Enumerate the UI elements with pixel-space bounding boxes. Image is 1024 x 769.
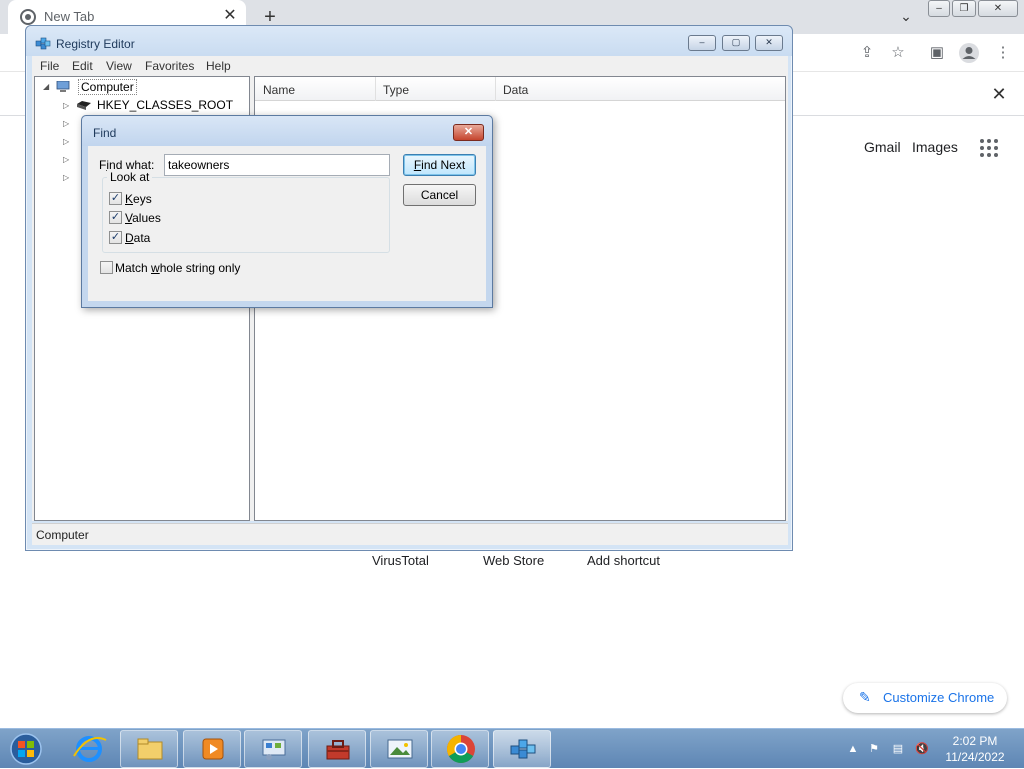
keys-label[interactable]: Keys [125,192,152,206]
volume-muted-icon[interactable]: 🔇 [914,741,930,757]
data-label[interactable]: Data [125,231,150,245]
google-apps-icon[interactable] [980,139,1000,159]
taskbar-control-panel-button[interactable] [244,730,302,768]
taskbar-photo-viewer-button[interactable] [370,730,428,768]
regedit-minimize-button[interactable]: – [688,35,716,51]
tab-close-icon[interactable]: ✕ [220,6,240,26]
tree-label-hkey-classes-root: HKEY_CLASSES_ROOT [97,98,234,112]
expand-arrow-icon[interactable]: ▷ [63,155,73,165]
expand-arrow-icon[interactable]: ▷ [63,101,73,111]
action-center-flag-icon[interactable]: ⚑ [866,741,882,757]
column-divider[interactable] [495,77,496,101]
expand-arrow-icon[interactable]: ▷ [63,137,73,147]
regedit-maximize-button[interactable]: ▢ [722,35,750,51]
column-name[interactable]: Name [263,83,295,97]
start-orb-icon[interactable] [6,732,46,766]
data-checkbox[interactable]: ✓ [109,231,122,244]
kebab-menu-icon[interactable]: ⋮ [992,42,1014,64]
find-what-input[interactable] [164,154,390,176]
expand-arrow-icon[interactable]: ▷ [63,119,73,129]
menu-favorites[interactable]: Favorites [145,59,194,73]
close-button[interactable]: ✕ [978,0,1018,17]
taskbar-explorer-button[interactable] [120,730,178,768]
control-panel-icon [262,739,286,760]
column-divider[interactable] [375,77,376,101]
network-icon[interactable]: ▤ [890,741,906,757]
match-whole-string-label[interactable]: Match whole string only [115,261,240,275]
find-dialog: Find ✕ Find what: Find Next Cancel Look … [81,115,493,308]
profile-avatar-icon[interactable] [958,42,980,64]
folder-icon [137,738,163,760]
regedit-close-button[interactable]: ✕ [755,35,783,51]
taskbar-toolbox-button[interactable] [308,730,366,768]
clock-date: 11/24/2022 [945,750,1005,764]
side-panel-icon[interactable]: ▣ [926,42,948,64]
pencil-icon: ✎ [859,689,871,705]
tree-node-hkey-classes-root[interactable]: ▷ HKEY_CLASSES_ROOT [35,97,249,115]
taskbar-media-player-button[interactable] [183,730,241,768]
chevron-down-icon[interactable]: ⌄ [896,6,916,26]
keys-checkbox[interactable]: ✓ [109,192,122,205]
tree-node-computer[interactable]: ◢ Computer [35,78,249,96]
clock-time: 2:02 PM [952,734,998,748]
regedit-app-icon [35,37,51,50]
gmail-link[interactable]: Gmail [864,139,901,155]
column-data[interactable]: Data [503,83,528,97]
shortcut-web-store[interactable]: Web Store [483,553,544,568]
photo-viewer-icon [387,739,413,759]
cancel-button[interactable]: Cancel [403,184,476,206]
regedit-titlebar[interactable]: Registry Editor – ▢ ✕ [26,26,792,56]
find-close-button[interactable]: ✕ [453,124,484,141]
share-icon[interactable]: ⇪ [856,42,878,64]
minimize-button[interactable]: – [928,0,950,17]
show-hidden-icons-arrow[interactable]: ▲ [845,741,861,757]
images-link[interactable]: Images [912,139,958,155]
look-at-label: Look at [107,170,153,184]
restore-button[interactable]: ❐ [952,0,976,17]
windows-taskbar: ▲ ⚑ ▤ 🔇 2:02 PM 11/24/2022 [0,728,1024,768]
menu-edit[interactable]: Edit [72,59,93,73]
find-dialog-body: Find what: Find Next Cancel Look at ✓ Ke… [88,146,486,301]
values-checkbox[interactable]: ✓ [109,211,122,224]
menu-help[interactable]: Help [206,59,231,73]
add-shortcut[interactable]: Add shortcut [587,553,660,568]
look-at-group: Look at ✓ Keys ✓ Values ✓ Data [102,170,390,253]
infobar-close-icon[interactable]: ✕ [988,83,1010,105]
chrome-logo-icon [20,9,36,25]
status-path: Computer [36,528,89,542]
system-clock[interactable]: 2:02 PM 11/24/2022 [940,733,1010,765]
tree-label-computer: Computer [78,79,137,95]
media-player-icon [202,738,224,760]
regedit-menubar: File Edit View Favorites Help [32,56,788,76]
customize-chrome-label: Customize Chrome [883,690,995,705]
chrome-icon [447,735,475,763]
taskbar-chrome-button[interactable] [431,730,489,768]
bookmark-star-icon[interactable]: ☆ [887,42,909,64]
collapse-arrow-icon[interactable]: ◢ [43,82,53,92]
toolbox-icon [326,740,350,760]
list-header: Name Type Data [255,77,785,101]
status-bar: Computer [32,523,788,545]
find-next-button[interactable]: Find Next [403,154,476,176]
values-label[interactable]: Values [125,211,161,225]
menu-file[interactable]: File [40,59,59,73]
menu-view[interactable]: View [106,59,132,73]
find-dialog-title: Find [93,126,117,140]
find-titlebar[interactable]: Find ✕ [82,116,492,146]
tab-title: New Tab [44,9,95,24]
shortcut-virustotal[interactable]: VirusTotal [372,553,429,568]
internet-explorer-icon[interactable] [66,732,112,766]
regedit-icon [510,739,536,759]
match-whole-string-checkbox[interactable] [100,261,113,274]
regedit-title: Registry Editor [56,37,135,51]
column-type[interactable]: Type [383,83,409,97]
folder-icon [77,101,91,110]
customize-chrome-button[interactable]: ✎ Customize Chrome [843,683,1007,713]
computer-icon [56,81,70,92]
taskbar-regedit-button[interactable] [493,730,551,768]
expand-arrow-icon[interactable]: ▷ [63,173,73,183]
